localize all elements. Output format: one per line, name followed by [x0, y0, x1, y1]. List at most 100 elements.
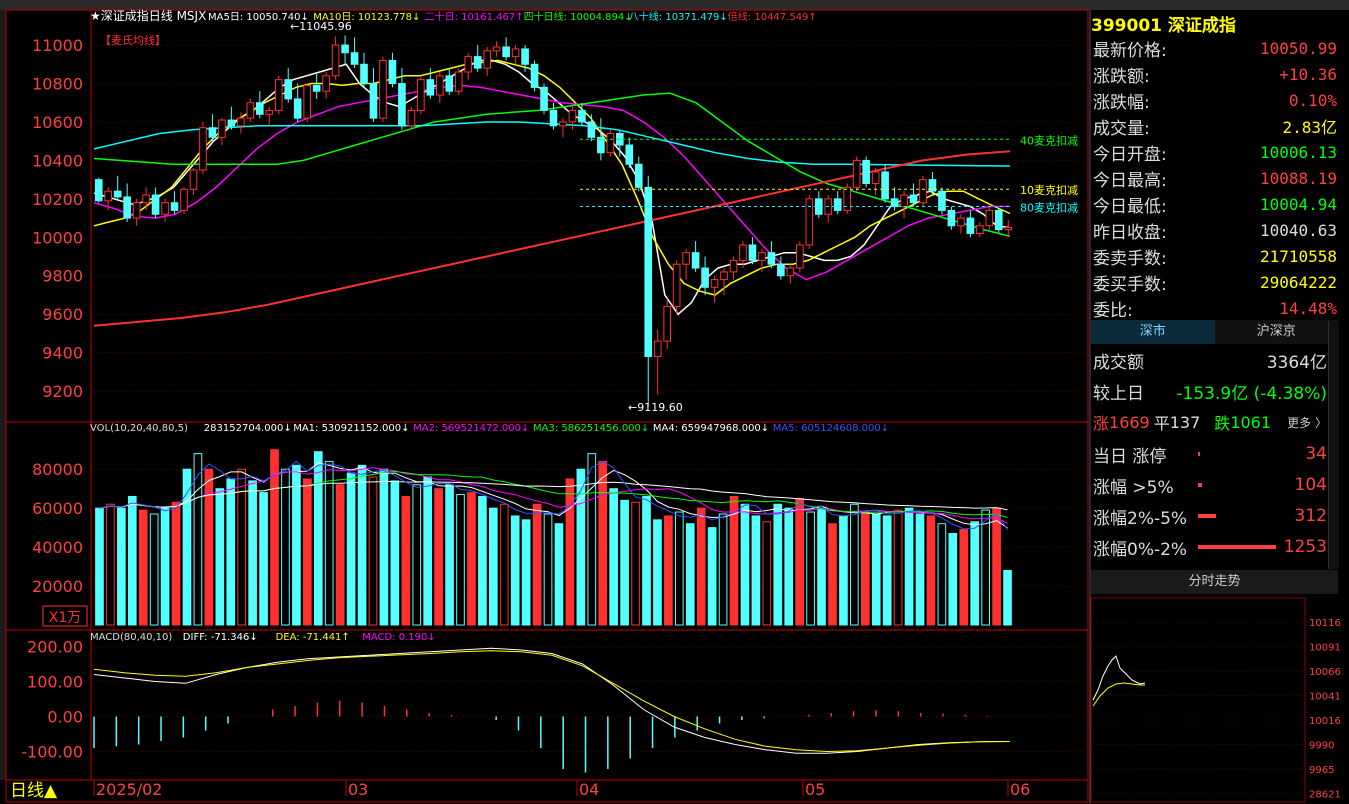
more-link[interactable]: 更多 〉	[1287, 414, 1327, 431]
candle-body	[672, 263, 681, 308]
candle-body	[464, 56, 473, 73]
quote-row: 今日最高: 10088.19	[1090, 165, 1339, 191]
price-tick-label: 11000	[32, 36, 83, 55]
distribution-value: 104	[1294, 475, 1327, 495]
quote-value: 10040.63	[1259, 220, 1337, 240]
price-tick-label: 10400	[32, 151, 83, 170]
quote-label: 委比:	[1093, 300, 1133, 321]
candle	[123, 183, 131, 222]
candle-body	[189, 169, 198, 190]
distribution-row: 涨幅2%-5% 312	[1090, 501, 1339, 531]
distribution-bar	[1198, 452, 1200, 456]
candle-body	[625, 144, 634, 165]
candle-body	[255, 102, 264, 115]
candle	[483, 46, 491, 76]
candle	[274, 75, 283, 115]
intraday-title: 分时走势	[1091, 570, 1338, 594]
candle	[814, 191, 823, 219]
vol-legend-item: 283152704.000↓	[204, 423, 292, 434]
quote-label: 今日开盘:	[1093, 144, 1167, 165]
candle	[473, 45, 482, 72]
candle	[492, 41, 501, 57]
candle-body	[796, 244, 804, 269]
candle	[530, 60, 539, 92]
candle-body	[104, 190, 113, 202]
time-axis	[5, 779, 1089, 803]
chart-frame	[5, 9, 1089, 781]
candle	[170, 191, 179, 215]
macd-legend-item: MACD(80,40,10)	[90, 632, 172, 643]
candle-body	[691, 252, 700, 269]
tab-all-markets[interactable]: 沪深京	[1214, 320, 1338, 344]
candle	[928, 171, 937, 196]
distribution-value: 34	[1305, 444, 1327, 464]
candle-body	[398, 83, 406, 127]
candle-body	[919, 179, 927, 204]
intraday-frame	[1090, 597, 1306, 803]
volume-bar	[390, 480, 400, 626]
volume-bar	[620, 499, 629, 626]
volume-bar	[959, 529, 969, 626]
candle-body	[331, 44, 340, 77]
index-name: 深证成指	[1167, 16, 1236, 36]
candle-body	[890, 198, 899, 208]
vol-unit-label: X1万	[49, 610, 82, 626]
index-code: 399001	[1091, 16, 1162, 36]
intraday-price-line	[1092, 655, 1146, 701]
candle	[559, 118, 567, 138]
candle-body	[142, 194, 150, 204]
quote-label: 今日最低:	[1093, 196, 1167, 217]
volume-bar	[762, 521, 772, 626]
up-label: 涨	[1093, 414, 1110, 433]
candle	[180, 187, 188, 215]
vol-ma-line-MA1	[99, 462, 1008, 529]
candle-body	[644, 186, 653, 357]
vol-legend-item: MA5: 605124608.000↓	[773, 423, 889, 434]
quote-label: 成交量:	[1093, 118, 1150, 139]
volume-bar	[467, 492, 476, 626]
volume-bar	[368, 476, 378, 626]
candle-body	[369, 83, 378, 119]
volume-bar	[850, 503, 859, 626]
candle-body	[947, 209, 956, 227]
candle-body	[151, 194, 160, 215]
candle-body	[938, 190, 946, 211]
macd-tick-label: 200.00	[27, 638, 83, 657]
candle	[407, 106, 416, 130]
volume-bar	[609, 488, 619, 626]
candle	[502, 37, 510, 61]
quote-value: 0.10%	[1288, 90, 1337, 110]
volume-bar	[281, 468, 290, 626]
volume-bar	[751, 515, 761, 626]
deduct-level-label: 40麦克扣减	[1020, 133, 1078, 147]
price-tick-label: 9800	[42, 267, 83, 286]
volume-bar	[237, 468, 247, 626]
quote-value: 21710558	[1259, 246, 1337, 266]
volume-bar	[313, 451, 323, 626]
panel-scrollbar[interactable]	[1328, 321, 1339, 569]
candle	[691, 241, 700, 272]
market-tabs: 深市 沪深京	[1091, 320, 1338, 344]
tab-shenzhen[interactable]: 深市	[1091, 320, 1215, 344]
candle-body	[293, 98, 302, 119]
intraday-tick-label: 10041	[1309, 692, 1341, 703]
volume-bar	[806, 511, 815, 626]
intraday-tick-label: 10066	[1309, 667, 1341, 678]
volume-bar	[707, 527, 717, 626]
volume-bar	[981, 509, 990, 626]
volume-bar	[817, 507, 826, 626]
candle	[644, 175, 653, 407]
volume-bar	[488, 507, 498, 626]
candle-body	[208, 127, 217, 138]
volume-bar	[893, 509, 903, 626]
candle-body	[957, 217, 965, 227]
quote-label: 委卖手数:	[1093, 248, 1167, 269]
volume-bar	[1003, 569, 1012, 626]
candle	[265, 106, 274, 126]
candle	[634, 156, 643, 192]
quote-header: 399001 深证成指	[1091, 11, 1236, 36]
volume-bar	[674, 511, 684, 626]
quote-label: 涨跌额:	[1093, 66, 1150, 87]
volume-bar	[292, 464, 301, 626]
ma-legend-item: 倍线: 10447.549↑	[728, 10, 817, 23]
